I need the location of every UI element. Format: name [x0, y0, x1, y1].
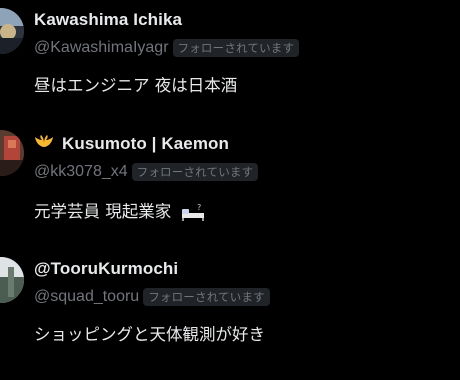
svg-text:?: ?	[197, 203, 201, 212]
user-cell[interactable]: Kusumoto | Kaemon @kk3078_x4 フォローされています …	[0, 120, 460, 245]
user-bio: 昼はエンジニア 夜は日本酒	[34, 76, 238, 95]
user-bio-text: 元学芸員 現起業家	[34, 202, 172, 221]
follows-you-badge: フォローされています	[143, 288, 270, 306]
user-handle[interactable]: @kk3078_x4	[34, 163, 128, 181]
avatar[interactable]	[0, 257, 24, 303]
bed-icon: ?	[181, 201, 207, 225]
user-bio: 元学芸員 現起業家 ?	[34, 198, 207, 225]
follows-you-badge: フォローされています	[131, 163, 259, 181]
wings-icon	[34, 134, 54, 154]
follows-you-badge: フォローされています	[172, 39, 300, 57]
user-handle[interactable]: @KawashimaIyagr	[34, 39, 169, 57]
user-handle[interactable]: @squad_tooru	[34, 288, 139, 306]
user-bio: ショッピングと天体観測が好き	[34, 325, 265, 344]
user-cell[interactable]: Kawashima Ichika @KawashimaIyagr フォローされて…	[0, 0, 460, 120]
display-name[interactable]: Kusumoto | Kaemon	[62, 134, 229, 154]
avatar[interactable]	[0, 130, 24, 176]
display-name[interactable]: @TooruKurmochi	[34, 259, 178, 279]
avatar[interactable]	[0, 8, 24, 54]
user-cell[interactable]: @TooruKurmochi @squad_tooru フォローされています シ…	[0, 245, 460, 380]
display-name[interactable]: Kawashima Ichika	[34, 10, 182, 30]
